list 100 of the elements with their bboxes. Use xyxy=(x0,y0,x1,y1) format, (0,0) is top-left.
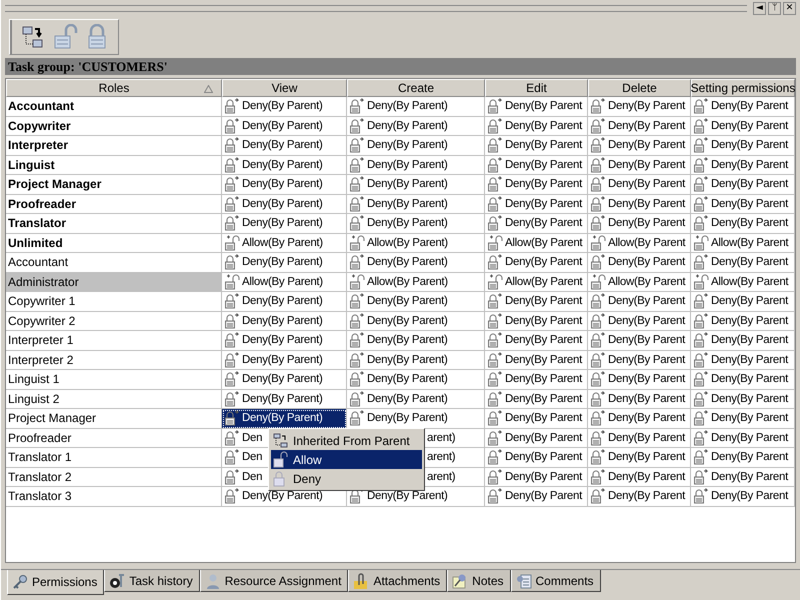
permission-cell[interactable]: Deny(By Parent xyxy=(588,331,691,350)
permission-cell[interactable]: Deny(By Parent xyxy=(588,448,691,468)
permission-cell[interactable]: Deny(By Parent xyxy=(485,390,588,409)
permission-cell[interactable]: Allow(By Parent) xyxy=(222,234,347,253)
permission-cell[interactable]: Deny(By Parent) xyxy=(222,175,347,194)
tab[interactable]: Resource Assignment xyxy=(200,570,348,592)
role-cell[interactable]: Proofreader xyxy=(6,194,222,214)
permission-cell[interactable]: Deny(By Parent) xyxy=(222,370,347,390)
permission-cell[interactable]: Deny(By Parent) xyxy=(222,194,347,214)
permission-cell[interactable]: Deny(By Parent) xyxy=(347,390,485,409)
permission-cell[interactable]: Deny(By Parent xyxy=(588,487,691,506)
permission-cell[interactable]: Deny(By Parent xyxy=(691,350,795,370)
permission-cell[interactable]: Deny(By Parent xyxy=(691,97,795,116)
permission-cell[interactable]: Deny(By Parent xyxy=(691,136,795,156)
permission-cell[interactable]: Deny(By Parent) xyxy=(347,409,485,428)
role-cell[interactable]: Interpreter xyxy=(6,136,222,156)
role-cell[interactable]: Copywriter xyxy=(6,116,222,136)
tab[interactable]: Comments xyxy=(510,570,601,592)
permission-cell[interactable]: Deny(By Parent) xyxy=(347,97,485,116)
permission-cell[interactable]: Deny(By Parent xyxy=(691,156,795,175)
role-cell[interactable]: Linguist 1 xyxy=(6,370,222,390)
role-cell[interactable]: Linguist xyxy=(6,156,222,175)
permission-cell[interactable]: Allow(By Parent) xyxy=(347,234,485,253)
permission-cell[interactable]: Deny(By Parent) xyxy=(347,292,485,312)
permission-cell[interactable]: Allow(By Parent xyxy=(485,234,588,253)
tab[interactable]: Notes xyxy=(447,570,511,592)
permission-cell[interactable]: Deny(By Parent) xyxy=(222,350,347,370)
role-cell[interactable]: Translator 1 xyxy=(6,448,222,468)
role-cell[interactable]: Linguist 2 xyxy=(6,390,222,409)
permission-cell[interactable]: Deny(By Parent xyxy=(588,214,691,234)
permission-cell[interactable]: Deny(By Parent xyxy=(691,292,795,312)
permission-cell[interactable]: Deny(By Parent) xyxy=(347,312,485,331)
tab[interactable]: Attachments xyxy=(348,570,448,592)
permission-cell[interactable]: Deny(By Parent xyxy=(485,175,588,194)
permission-cell[interactable]: Deny(By Parent xyxy=(588,175,691,194)
column-header[interactable]: Edit xyxy=(485,79,588,97)
permission-cell[interactable]: Deny(By Parent xyxy=(588,390,691,409)
permission-cell[interactable]: Deny(By Parent xyxy=(691,487,795,506)
permission-cell[interactable]: Deny(By Parent xyxy=(691,312,795,331)
permission-cell[interactable]: Deny(By Parent) xyxy=(222,390,347,409)
permission-cell[interactable]: Deny(By Parent xyxy=(485,136,588,156)
permission-cell[interactable]: Deny(By Parent xyxy=(485,292,588,312)
permission-cell[interactable]: Deny(By Parent) xyxy=(347,331,485,350)
permission-cell[interactable]: Deny(By Parent) xyxy=(222,214,347,234)
role-cell[interactable]: Translator 2 xyxy=(6,468,222,487)
permission-cell[interactable]: Allow(By Parent) xyxy=(347,272,485,292)
permission-cell[interactable]: Deny(By Parent xyxy=(691,409,795,428)
permission-cell[interactable]: Deny(By Parent xyxy=(588,116,691,136)
permission-cell[interactable]: Deny(By Parent xyxy=(485,487,588,506)
role-cell[interactable]: Copywriter 1 xyxy=(6,292,222,312)
permission-cell[interactable]: Deny(By Parent) xyxy=(222,331,347,350)
permission-cell[interactable]: Deny(By Parent) xyxy=(347,214,485,234)
permission-cell[interactable]: Deny(By Parent xyxy=(691,116,795,136)
permission-cell[interactable]: Deny(By Parent) xyxy=(222,136,347,156)
column-header[interactable]: Delete xyxy=(588,79,691,97)
permission-cell[interactable]: Deny(By Parent xyxy=(691,175,795,194)
permission-cell[interactable]: Deny(By Parent) xyxy=(222,253,347,272)
permission-cell[interactable]: Deny(By Parent) xyxy=(347,136,485,156)
permission-cell[interactable]: Deny(By Parent xyxy=(588,97,691,116)
permission-cell[interactable]: Deny(By Parent) xyxy=(347,156,485,175)
role-cell[interactable]: Interpreter 2 xyxy=(6,350,222,370)
column-header[interactable]: Roles xyxy=(6,79,222,97)
permission-cell[interactable]: Deny(By Parent xyxy=(485,468,588,487)
permission-cell[interactable]: Deny(By Parent xyxy=(485,156,588,175)
permission-cell[interactable]: Deny(By Parent xyxy=(588,350,691,370)
role-cell[interactable]: Project Manager xyxy=(6,175,222,194)
close-button[interactable]: ✕ xyxy=(783,2,796,15)
scroll-left-button[interactable]: ◄ xyxy=(753,2,766,15)
permission-cell[interactable]: Deny(By Parent xyxy=(588,370,691,390)
role-cell[interactable]: Translator xyxy=(6,214,222,234)
permission-cell[interactable]: Deny(By Parent xyxy=(485,331,588,350)
permission-cell[interactable]: Deny(By Parent xyxy=(485,350,588,370)
permission-cell[interactable]: Deny(By Parent xyxy=(485,214,588,234)
column-header[interactable]: View xyxy=(222,79,347,97)
permission-cell[interactable]: Deny(By Parent) xyxy=(347,194,485,214)
pin-button[interactable]: ᛘ xyxy=(768,2,781,15)
permission-cell[interactable]: Deny(By Parent xyxy=(485,370,588,390)
permission-cell[interactable]: Deny(By Parent) xyxy=(222,116,347,136)
permission-cell[interactable]: Deny(By Parent xyxy=(691,194,795,214)
permission-cell[interactable]: Deny(By Parent) xyxy=(347,253,485,272)
permission-cell[interactable]: Deny(By Parent xyxy=(485,97,588,116)
role-cell[interactable]: Administrator xyxy=(6,272,222,292)
permission-cell[interactable]: Deny(By Parent xyxy=(691,253,795,272)
permission-cell[interactable]: Deny(By Parent) xyxy=(222,312,347,331)
permission-cell[interactable]: Allow(By Parent) xyxy=(222,272,347,292)
permission-cell[interactable]: Allow(By Parent xyxy=(691,272,795,292)
tab[interactable]: Permissions xyxy=(7,570,104,595)
role-cell[interactable]: Copywriter 2 xyxy=(6,312,222,331)
permission-cell[interactable]: Deny(By Parent xyxy=(485,253,588,272)
tab[interactable]: Task history xyxy=(104,570,200,592)
column-header[interactable]: Create xyxy=(347,79,485,97)
permission-cell[interactable]: Deny(By Parent xyxy=(485,116,588,136)
role-cell[interactable]: Accountant xyxy=(6,97,222,116)
role-cell[interactable]: Translator 3 xyxy=(6,487,222,506)
permission-cell[interactable]: Deny(By Parent) xyxy=(222,97,347,116)
permission-cell[interactable]: Deny(By Parent xyxy=(588,194,691,214)
permission-cell[interactable]: Deny(By Parent xyxy=(588,292,691,312)
permission-cell[interactable]: Deny(By Parent) xyxy=(347,175,485,194)
permission-cell[interactable]: Allow(By Parent xyxy=(485,272,588,292)
permission-cell[interactable]: Deny(By Parent) xyxy=(222,156,347,175)
